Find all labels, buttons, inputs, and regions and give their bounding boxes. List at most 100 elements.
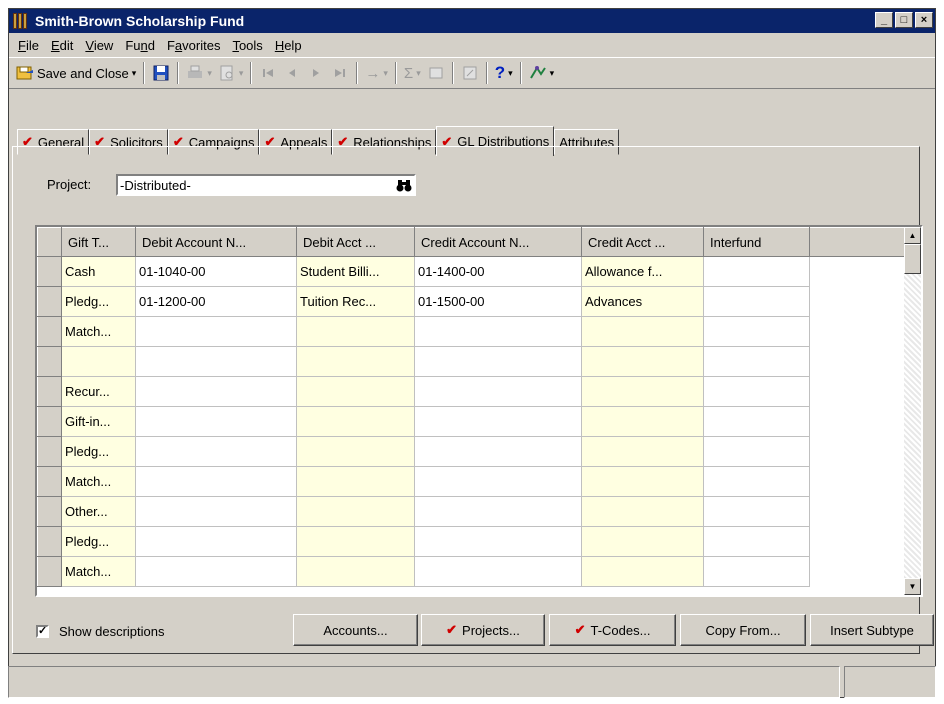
- previous-record-button[interactable]: [280, 60, 304, 86]
- grid-cell[interactable]: [414, 526, 582, 557]
- menu-file[interactable]: File: [12, 38, 45, 53]
- grid-cell[interactable]: [61, 346, 136, 377]
- grid-cell[interactable]: [296, 556, 415, 587]
- grid-cell[interactable]: Pledg...: [61, 526, 136, 557]
- menu-fund[interactable]: Fund: [119, 38, 161, 53]
- grid-cell[interactable]: [135, 526, 297, 557]
- grid-cell[interactable]: Recur...: [61, 376, 136, 407]
- grid-cell[interactable]: [414, 496, 582, 527]
- grid-cell[interactable]: [296, 526, 415, 557]
- next-record-button[interactable]: [304, 60, 328, 86]
- grid-cell[interactable]: [135, 436, 297, 467]
- minimize-button[interactable]: _: [875, 12, 893, 28]
- help-button[interactable]: ? ▾: [492, 60, 516, 86]
- grid-cell[interactable]: [135, 316, 297, 347]
- grid-cell[interactable]: 01-1500-00: [414, 286, 582, 317]
- table-row[interactable]: Match...: [37, 316, 908, 347]
- row-selector[interactable]: [37, 256, 62, 287]
- grid-cell[interactable]: [296, 406, 415, 437]
- grid-cell[interactable]: [414, 556, 582, 587]
- grid-cell[interactable]: [703, 346, 810, 377]
- table-row[interactable]: Pledg... 01-1200-00 Tuition Rec... 01-1500-…: [37, 286, 908, 317]
- menu-view[interactable]: View: [79, 38, 119, 53]
- grid-cell[interactable]: [581, 496, 704, 527]
- grid-cell[interactable]: Allowance f...: [581, 256, 704, 287]
- grid-cell[interactable]: Match...: [61, 466, 136, 497]
- grid-cell[interactable]: [135, 346, 297, 377]
- grid-cell[interactable]: [703, 436, 810, 467]
- column-header[interactable]: Debit Acct ...: [296, 227, 415, 257]
- grid-cell[interactable]: [581, 466, 704, 497]
- grid-cell[interactable]: [581, 346, 704, 377]
- column-header[interactable]: Debit Account N...: [135, 227, 297, 257]
- chevron-down-icon[interactable]: ▾: [383, 68, 388, 79]
- table-row[interactable]: Recur...: [37, 376, 908, 407]
- grid-cell[interactable]: [135, 466, 297, 497]
- grid-cell[interactable]: [414, 346, 582, 377]
- grid-cell[interactable]: Pledg...: [61, 286, 136, 317]
- grid-cell[interactable]: [414, 376, 582, 407]
- menu-edit[interactable]: Edit: [45, 38, 79, 53]
- projects-button[interactable]: ✔ Projects...: [421, 614, 545, 646]
- row-selector[interactable]: [37, 556, 62, 587]
- show-descriptions-option[interactable]: ✓ Show descriptions: [36, 624, 165, 639]
- grid-cell[interactable]: [135, 376, 297, 407]
- grid-cell[interactable]: [581, 526, 704, 557]
- sum-button[interactable]: Σ ▾: [401, 60, 424, 86]
- show-descriptions-checkbox[interactable]: ✓: [36, 625, 49, 638]
- scroll-thumb[interactable]: [904, 244, 921, 274]
- grid-cell[interactable]: 01-1200-00: [135, 286, 297, 317]
- grid-cell[interactable]: Match...: [61, 556, 136, 587]
- tools-button[interactable]: ▾: [526, 60, 558, 86]
- table-row[interactable]: [37, 346, 908, 377]
- column-header[interactable]: Gift T...: [61, 227, 136, 257]
- binoculars-icon[interactable]: [396, 177, 412, 193]
- row-selector[interactable]: [37, 406, 62, 437]
- grid-cell[interactable]: [414, 436, 582, 467]
- grid-cell[interactable]: [296, 466, 415, 497]
- grid-cell[interactable]: 01-1040-00: [135, 256, 297, 287]
- grid-cell[interactable]: [414, 466, 582, 497]
- save-and-close-button[interactable]: Save and Close ▾: [13, 60, 139, 86]
- grid-cell[interactable]: [581, 556, 704, 587]
- grid-cell[interactable]: [296, 496, 415, 527]
- maximize-button[interactable]: □: [895, 12, 913, 28]
- grid-cell[interactable]: [703, 286, 810, 317]
- row-selector[interactable]: [37, 346, 62, 377]
- query-button[interactable]: [424, 60, 448, 86]
- grid-cell[interactable]: [703, 376, 810, 407]
- column-header[interactable]: Credit Acct ...: [581, 227, 704, 257]
- table-row[interactable]: Match...: [37, 466, 908, 497]
- grid-cell[interactable]: [703, 466, 810, 497]
- table-row[interactable]: Cash 01-1040-00 Student Billi... 01-1400-00…: [37, 256, 908, 287]
- grid-cell[interactable]: Tuition Rec...: [296, 286, 415, 317]
- grid-cell[interactable]: [581, 406, 704, 437]
- grid-cell[interactable]: Cash: [61, 256, 136, 287]
- grid-cell[interactable]: [414, 316, 582, 347]
- grid-cell[interactable]: Pledg...: [61, 436, 136, 467]
- grid-cell[interactable]: Match...: [61, 316, 136, 347]
- grid-cell[interactable]: 01-1400-00: [414, 256, 582, 287]
- grid-cell[interactable]: [296, 346, 415, 377]
- grid-cell[interactable]: [296, 436, 415, 467]
- grid-cell[interactable]: [135, 496, 297, 527]
- grid-cell[interactable]: [703, 316, 810, 347]
- chevron-down-icon[interactable]: ▾: [207, 68, 212, 79]
- grid-cell[interactable]: [135, 406, 297, 437]
- chevron-down-icon[interactable]: ▾: [416, 68, 421, 79]
- table-row[interactable]: Match...: [37, 556, 908, 587]
- menu-favorites[interactable]: Favorites: [161, 38, 226, 53]
- grid-cell[interactable]: [296, 316, 415, 347]
- grid-cell[interactable]: [581, 436, 704, 467]
- menu-tools[interactable]: Tools: [226, 38, 268, 53]
- properties-button[interactable]: [458, 60, 482, 86]
- t-codes-button[interactable]: ✔ T-Codes...: [549, 614, 676, 646]
- accounts-button[interactable]: Accounts...: [293, 614, 418, 646]
- menu-help[interactable]: Help: [269, 38, 308, 53]
- save-button[interactable]: [149, 60, 173, 86]
- last-record-button[interactable]: [328, 60, 352, 86]
- vertical-scrollbar[interactable]: ▲ ▼: [904, 227, 921, 595]
- copy-from-button[interactable]: Copy From...: [680, 614, 806, 646]
- grid-cell[interactable]: Other...: [61, 496, 136, 527]
- row-selector[interactable]: [37, 436, 62, 467]
